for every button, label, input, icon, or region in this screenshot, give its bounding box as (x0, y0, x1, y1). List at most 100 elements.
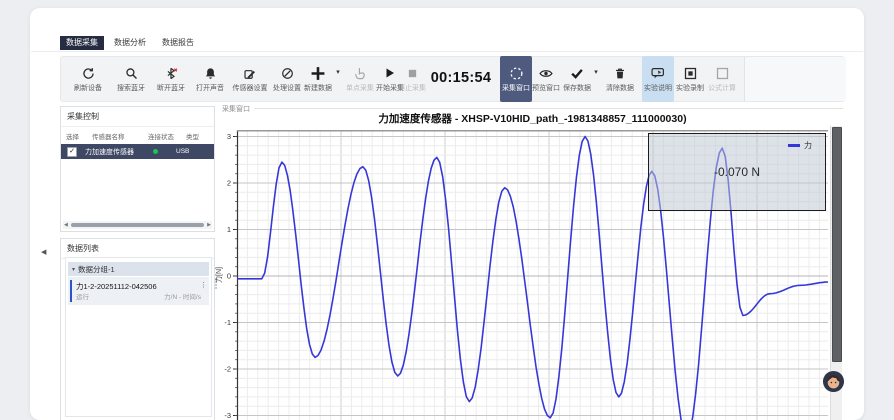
toolbar-label: 搜索蓝牙 (117, 83, 145, 93)
dashed-circle-icon (509, 66, 524, 81)
toolbar-label: 实验录制 (676, 83, 704, 93)
sensor-type: USB (176, 148, 189, 155)
hscroll-thumb[interactable] (71, 223, 204, 227)
sensor-name: 力加速度传感器 (85, 147, 143, 157)
toolbar-label: 单点采集 (346, 83, 374, 93)
panel-title: 采集控制 (61, 107, 214, 127)
tab-data-report[interactable]: 数据报告 (156, 36, 200, 50)
sensor-row[interactable]: ✓ 力加速度传感器 USB (61, 144, 214, 159)
new-data-button[interactable]: 新建数据 (304, 56, 332, 102)
save-data-caret-icon[interactable]: ▾ (594, 68, 598, 76)
data-group-row[interactable]: ▾ 数据分组-1 (68, 262, 209, 276)
scroll-right-icon[interactable]: ▶ (206, 222, 212, 228)
col-type: 类型 (186, 131, 199, 141)
item-menu-icon[interactable]: ⋮ (200, 281, 207, 289)
play-icon (384, 66, 396, 81)
screen-record-icon (684, 66, 697, 81)
item-axes-label: 力/N - 时间/s (164, 291, 201, 301)
chart-legend: 力 (788, 140, 812, 151)
sensor-checkbox[interactable]: ✓ (67, 147, 77, 157)
tabbar-divider (31, 51, 863, 52)
search-icon (125, 66, 138, 81)
experiment-record-button[interactable]: 实验录制 (676, 56, 704, 102)
status-dot (153, 149, 158, 154)
toolbar-label: 断开蓝牙 (157, 83, 185, 93)
support-avatar-button[interactable] (822, 370, 845, 398)
legend-series-label: 力 (804, 140, 812, 151)
bell-icon (204, 66, 217, 81)
svg-text:2: 2 (227, 179, 231, 188)
stop-icon (407, 66, 418, 81)
toolbar-right-section (744, 57, 846, 101)
group-label: 数据分组-1 (78, 264, 115, 275)
tab-data-collect[interactable]: 数据采集 (60, 36, 104, 50)
data-list-panel: 数据列表 ▾ 数据分组-1 力1-2-20251112-042506 ⋮ 运行 … (60, 238, 215, 420)
group-caret-icon[interactable]: ▾ (72, 266, 75, 273)
process-settings-button[interactable]: 处理设置 (273, 56, 301, 102)
toolbar-label: 公式计算 (708, 83, 736, 93)
sensor-table-header: 选择 传感器名称 连接状态 类型 (61, 127, 214, 144)
formula-icon (716, 66, 729, 81)
svg-text:1: 1 (227, 225, 231, 234)
process-settings-icon (281, 66, 294, 81)
plus-icon (310, 66, 326, 81)
toolbar-label: 打开声音 (196, 83, 224, 93)
eye-icon (539, 66, 553, 81)
sound-on-button[interactable]: 打开声音 (196, 56, 224, 102)
data-list-item[interactable]: 力1-2-20251112-042506 ⋮ 运行 力/N - 时间/s (68, 277, 209, 305)
toolbar-label: 传感器设置 (233, 83, 268, 93)
new-data-caret-icon[interactable]: ▾ (336, 68, 340, 76)
group-divider (254, 108, 843, 109)
panel-title: 数据列表 (61, 239, 214, 259)
toolbar-label: 处理设置 (273, 83, 301, 93)
single-point-collect-button[interactable]: 单点采集 (346, 56, 374, 102)
toolbar-label: 清除数据 (606, 83, 634, 93)
toolbar-label: 刷新设备 (74, 83, 102, 93)
stop-collect-button[interactable]: 停止采集 (398, 56, 426, 102)
toolbar-label: 停止采集 (398, 83, 426, 93)
collection-timer: 00:15:54 (432, 56, 490, 100)
save-data-button[interactable]: 保存数据 (563, 56, 591, 102)
toolbar-label: 采集窗口 (502, 83, 530, 93)
svg-text:0: 0 (227, 272, 231, 281)
sensor-settings-button[interactable]: 传感器设置 (233, 56, 268, 102)
vscroll-thumb[interactable] (832, 127, 842, 362)
tab-data-analysis[interactable]: 数据分析 (108, 36, 152, 50)
scroll-left-icon[interactable]: ◀ (63, 222, 69, 228)
svg-text:3: 3 (227, 132, 231, 141)
preview-window-button[interactable]: 预览窗口 (532, 56, 560, 102)
formula-calc-button[interactable]: 公式计算 (708, 56, 736, 102)
item-accent-bar (70, 280, 72, 302)
collect-window-button[interactable]: 采集窗口 (500, 56, 532, 102)
chart-title: 力加速度传感器 - XHSP-V10HID_path_-1981348857_1… (237, 111, 828, 126)
sensor-table-hscrollbar[interactable]: ◀ ▶ (63, 221, 212, 229)
experiment-notes-button[interactable]: 实验说明 (642, 56, 674, 102)
toolbar-label: 预览窗口 (532, 83, 560, 93)
svg-text:-1: -1 (224, 318, 231, 327)
trash-icon (614, 66, 626, 81)
svg-text:-3: -3 (224, 411, 231, 420)
toolbar-label: 实验说明 (644, 83, 672, 93)
search-bluetooth-button[interactable]: 搜索蓝牙 (117, 56, 145, 102)
refresh-device-button[interactable]: 刷新设备 (74, 56, 102, 102)
col-select: 选择 (61, 131, 92, 141)
chat-bubble-icon (651, 66, 665, 81)
y-axis-label: 力[N] (214, 255, 224, 295)
bluetooth-off-icon (165, 66, 178, 81)
disconnect-bluetooth-button[interactable]: 断开蓝牙 (157, 56, 185, 102)
col-sensor-name: 传感器名称 (92, 131, 148, 141)
sensor-settings-icon (244, 66, 257, 81)
hand-point-icon (354, 66, 367, 81)
item-status: 运行 (76, 291, 89, 301)
svg-text:-2: -2 (224, 365, 231, 374)
toolbar-label: 保存数据 (563, 83, 591, 93)
clear-data-button[interactable]: 清除数据 (606, 56, 634, 102)
check-icon (570, 66, 584, 81)
app-screen: 数据采集 数据分析 数据报告 刷新设备 搜索蓝牙 断开蓝牙 打开声音 传感器设置… (0, 0, 894, 420)
legend-line-swatch (788, 144, 800, 147)
main-tabbar: 数据采集 数据分析 数据报告 (60, 36, 200, 50)
sidebar-collapse-arrow-icon[interactable]: ◀ (41, 248, 46, 256)
refresh-icon (82, 66, 95, 81)
toolbar-label: 新建数据 (304, 83, 332, 93)
collect-control-panel: 采集控制 选择 传感器名称 连接状态 类型 ✓ 力加速度传感器 USB ◀ ▶ (60, 106, 215, 232)
